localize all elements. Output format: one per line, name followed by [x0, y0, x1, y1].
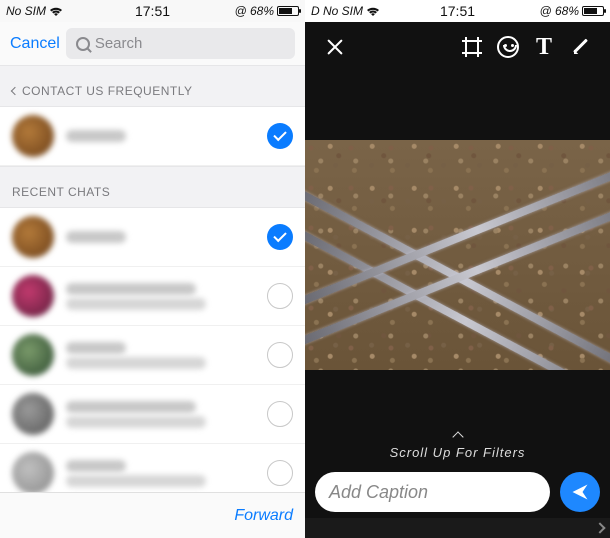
bottom-strip: [305, 518, 610, 538]
status-bar-left: No SIM 17:51 @ 68%: [0, 0, 305, 22]
status-bar-right: D No SIM 17:51 @ 68%: [305, 0, 610, 22]
section-frequent: CONTACT US FREQUENTLY: [0, 65, 305, 107]
search-row: Cancel Search: [0, 22, 305, 65]
battery-icon: [277, 6, 299, 16]
avatar: [12, 216, 54, 258]
select-checkbox[interactable]: [267, 123, 293, 149]
chat-row[interactable]: [0, 385, 305, 444]
close-button[interactable]: [317, 29, 353, 65]
chat-text-blurred: [66, 228, 267, 246]
photo-preview[interactable]: [305, 140, 610, 370]
chevron-left-icon: [11, 87, 19, 95]
search-placeholder: Search: [95, 35, 143, 52]
caption-placeholder: Add Caption: [329, 482, 428, 503]
scroll-hint: Scroll Up For Filters: [305, 433, 610, 460]
draw-button[interactable]: [562, 29, 598, 65]
chevron-up-icon: [452, 431, 463, 442]
select-checkbox[interactable]: [267, 460, 293, 486]
crop-button[interactable]: [454, 29, 490, 65]
wifi-icon: [49, 6, 63, 16]
avatar: [12, 393, 54, 435]
carrier-text: No SIM: [6, 4, 46, 18]
crop-icon: [462, 37, 482, 57]
battery-icon: [582, 6, 604, 16]
emoji-icon: [497, 36, 519, 58]
battery-text: @ 68%: [539, 4, 579, 18]
time-text: 17:51: [440, 3, 475, 19]
avatar: [12, 334, 54, 376]
search-icon: [76, 37, 90, 51]
chat-row[interactable]: [0, 208, 305, 267]
chat-text-blurred: [66, 339, 267, 372]
forward-picker-pane: No SIM 17:51 @ 68% Cancel Search CONTACT…: [0, 0, 305, 538]
select-checkbox[interactable]: [267, 283, 293, 309]
sticker-button[interactable]: [490, 29, 526, 65]
select-checkbox[interactable]: [267, 342, 293, 368]
send-button[interactable]: [560, 472, 600, 512]
chat-text-blurred: [66, 398, 267, 431]
contact-row[interactable]: [0, 107, 305, 166]
caption-input[interactable]: Add Caption: [315, 472, 550, 512]
chat-text-blurred: [66, 457, 267, 490]
forward-button[interactable]: Forward: [234, 507, 293, 525]
carrier-text: D No SIM: [311, 4, 363, 18]
text-icon: T: [536, 34, 552, 61]
section-recent-label: RECENT CHATS: [12, 185, 110, 199]
send-icon: [570, 482, 590, 502]
text-button[interactable]: T: [526, 29, 562, 65]
select-checkbox[interactable]: [267, 401, 293, 427]
close-icon: [325, 37, 345, 57]
avatar: [12, 275, 54, 317]
editor-toolbar: T: [305, 22, 610, 72]
scroll-hint-text: Scroll Up For Filters: [390, 445, 526, 460]
battery-text: @ 68%: [234, 4, 274, 18]
forward-bar: Forward: [0, 492, 305, 538]
chevron-right-icon[interactable]: [594, 522, 605, 533]
time-text: 17:51: [135, 3, 170, 19]
search-input[interactable]: Search: [66, 28, 295, 59]
section-recent: RECENT CHATS: [0, 166, 305, 208]
caption-row: Add Caption: [315, 472, 600, 512]
chat-row[interactable]: [0, 326, 305, 385]
select-checkbox[interactable]: [267, 224, 293, 250]
avatar: [12, 115, 54, 157]
cancel-button[interactable]: Cancel: [10, 35, 60, 53]
avatar: [12, 452, 54, 494]
contact-name-blurred: [66, 127, 267, 145]
pencil-icon: [570, 37, 590, 57]
chat-text-blurred: [66, 280, 267, 313]
wifi-icon: [366, 6, 380, 16]
image-editor-pane: D No SIM 17:51 @ 68% T Scroll Up For Fil…: [305, 0, 610, 538]
section-frequent-label: CONTACT US FREQUENTLY: [22, 84, 193, 98]
chat-row[interactable]: [0, 267, 305, 326]
